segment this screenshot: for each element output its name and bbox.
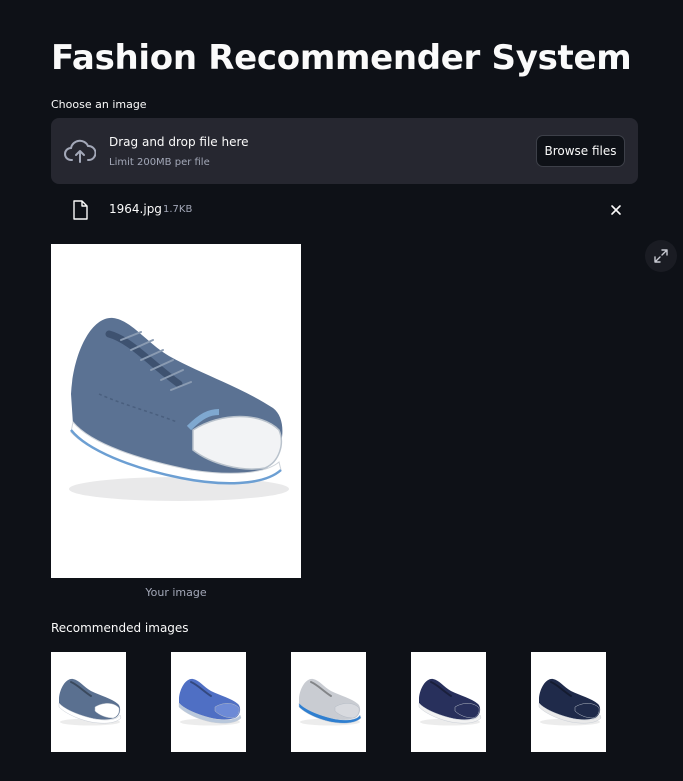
remove-file-button[interactable]	[608, 202, 624, 218]
uploaded-file-size: 1.7KB	[163, 204, 193, 215]
recommended-image	[411, 652, 486, 752]
browse-files-button[interactable]: Browse files	[536, 135, 625, 167]
uploaded-file-row: 1964.jpg 1.7KB	[51, 196, 638, 226]
page-title: Fashion Recommender System	[51, 38, 632, 78]
fullscreen-icon	[654, 249, 668, 263]
uploader-label: Choose an image	[51, 98, 147, 111]
uploaded-file-name: 1964.jpg	[109, 202, 162, 216]
file-icon	[73, 200, 88, 220]
recommended-heading: Recommended images	[51, 621, 189, 635]
recommended-image	[51, 652, 126, 752]
image-caption: Your image	[145, 586, 207, 599]
sneaker-image	[69, 317, 289, 501]
recommended-image	[531, 652, 606, 752]
recommended-image	[171, 652, 246, 752]
fullscreen-button[interactable]	[645, 240, 677, 272]
file-dropzone[interactable]: Drag and drop file here Limit 200MB per …	[51, 118, 638, 184]
uploaded-image	[51, 244, 301, 578]
close-icon	[611, 205, 621, 215]
dropzone-instructions: Drag and drop file here	[109, 135, 249, 149]
cloud-upload-icon	[64, 139, 96, 163]
recommended-image	[291, 652, 366, 752]
dropzone-limit: Limit 200MB per file	[109, 157, 210, 168]
